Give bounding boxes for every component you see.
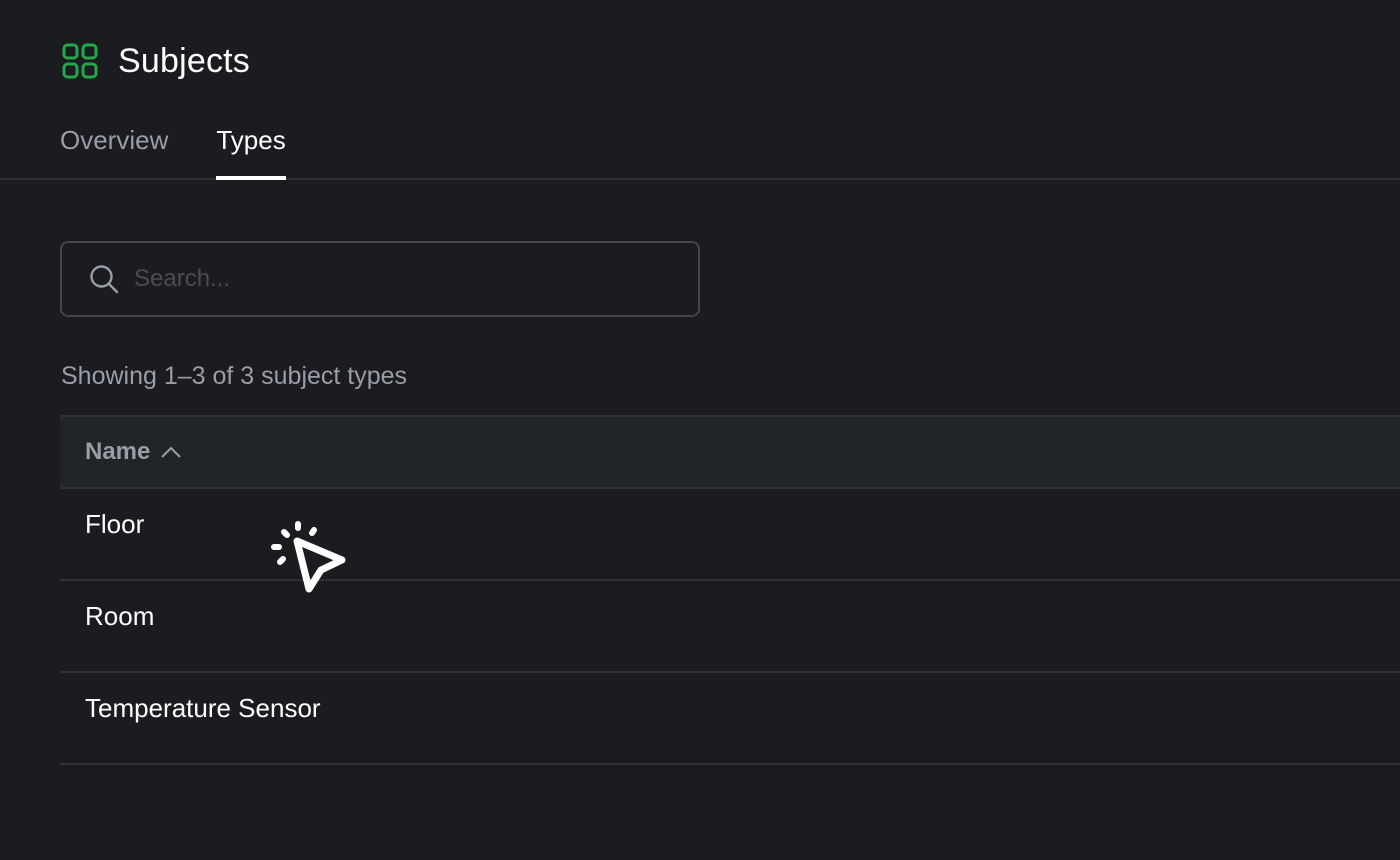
table-row[interactable]: Room xyxy=(60,581,1400,673)
grid-icon xyxy=(62,43,98,79)
search-box[interactable] xyxy=(60,241,700,317)
page-title: Subjects xyxy=(118,41,251,80)
result-count: Showing 1–3 of 3 subject types xyxy=(61,362,408,390)
row-name: Floor xyxy=(85,508,145,539)
column-header-label: Name xyxy=(85,438,151,465)
chevron-up-icon xyxy=(160,445,182,459)
subject-types-table: Name Floor Room Temperature Sensor xyxy=(60,415,1400,765)
search-icon xyxy=(88,263,120,295)
page-header: Subjects Overview Types xyxy=(0,0,1400,180)
search-input[interactable] xyxy=(134,265,654,293)
row-name: Room xyxy=(85,600,155,631)
table-row[interactable]: Floor xyxy=(60,489,1400,581)
table-header: Name xyxy=(60,415,1400,489)
row-name: Temperature Sensor xyxy=(85,692,321,723)
tab-bar: Overview Types xyxy=(60,118,334,180)
column-header-name[interactable]: Name xyxy=(85,438,182,466)
title-row: Subjects xyxy=(62,40,250,82)
tab-overview[interactable]: Overview xyxy=(60,118,168,180)
tab-types[interactable]: Types xyxy=(216,118,287,180)
page: Subjects Overview Types Showing 1–3 of 3… xyxy=(0,0,1400,860)
table-row[interactable]: Temperature Sensor xyxy=(60,673,1400,765)
